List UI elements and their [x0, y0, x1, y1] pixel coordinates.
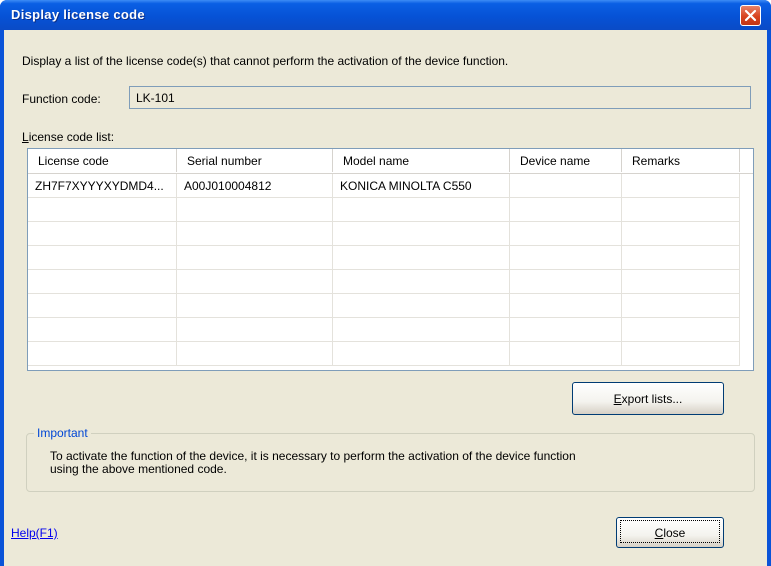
- license-code-list-label: License code list:: [22, 130, 114, 144]
- export-lists-label: xport lists...: [621, 392, 683, 406]
- cell-serial-number: A00J010004812: [177, 174, 333, 198]
- empty-row: [28, 342, 742, 366]
- function-code-value: LK-101: [136, 91, 175, 105]
- empty-row: [28, 318, 742, 342]
- cell-license-code: ZH7F7XYYYXYDMD4...: [28, 174, 177, 198]
- function-code-field: LK-101: [129, 86, 751, 109]
- window-title: Display license code: [11, 7, 145, 22]
- license-code-list-label-rest: icense code list:: [28, 130, 115, 144]
- empty-row: [28, 198, 742, 222]
- close-button-focus: Close: [620, 520, 720, 543]
- empty-row: [28, 294, 742, 318]
- empty-row: [28, 246, 742, 270]
- close-label: lose: [663, 526, 686, 540]
- empty-row: [28, 270, 742, 294]
- export-lists-button[interactable]: Export lists...: [572, 382, 724, 415]
- title-bar[interactable]: Display license code: [0, 0, 771, 30]
- important-text: To activate the function of the device, …: [50, 450, 750, 476]
- function-code-label: Function code:: [22, 92, 101, 106]
- export-lists-mnemonic: E: [613, 392, 622, 406]
- empty-row: [28, 222, 742, 246]
- help-link[interactable]: Help(F1): [11, 526, 58, 540]
- close-icon: [744, 9, 757, 22]
- column-header-license-code[interactable]: License code: [28, 149, 177, 172]
- cell-remarks: [622, 174, 740, 198]
- column-header-remarks[interactable]: Remarks: [622, 149, 740, 172]
- cell-model-name: KONICA MINOLTA C550: [333, 174, 510, 198]
- column-header-model-name[interactable]: Model name: [333, 149, 510, 172]
- list-header: License code Serial number Model name De…: [28, 149, 753, 174]
- column-header-serial-number[interactable]: Serial number: [177, 149, 333, 172]
- table-row[interactable]: ZH7F7XYYYXYDMD4... A00J010004812 KONICA …: [28, 174, 742, 198]
- license-code-list[interactable]: License code Serial number Model name De…: [27, 148, 754, 371]
- important-text-line-2: using the above mentioned code.: [50, 462, 227, 476]
- important-legend: Important: [34, 426, 91, 440]
- close-button[interactable]: Close: [616, 517, 724, 548]
- license-code-list-label-mnemonic: L: [22, 130, 29, 144]
- description-text: Display a list of the license code(s) th…: [22, 54, 509, 68]
- column-header-device-name[interactable]: Device name: [510, 149, 622, 172]
- window-close-button[interactable]: [740, 5, 761, 26]
- cell-device-name: [510, 174, 622, 198]
